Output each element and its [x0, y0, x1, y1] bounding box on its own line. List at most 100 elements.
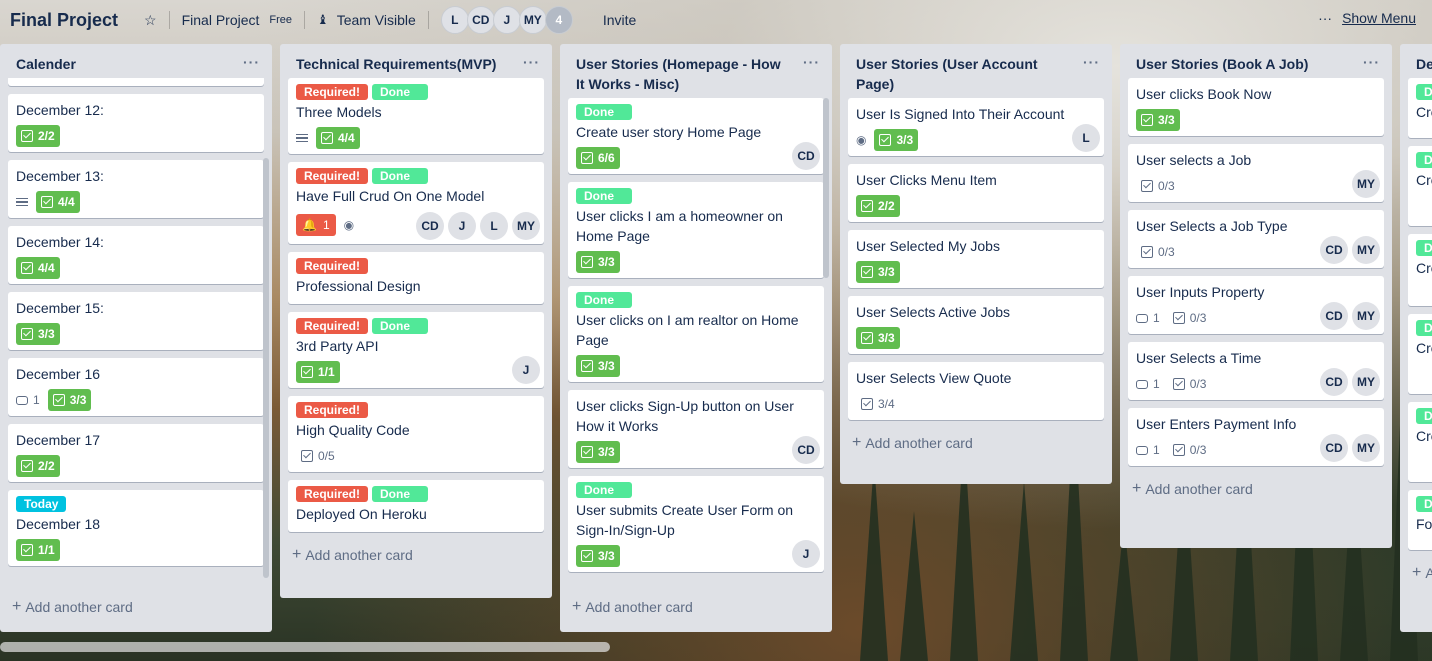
list-menu-icon[interactable]: ···	[1363, 52, 1380, 72]
visibility-button[interactable]: ♝ Team Visible	[309, 5, 424, 35]
card-partial[interactable]	[8, 78, 264, 86]
card[interactable]: Required! Done Three Models 4/4	[288, 78, 544, 154]
member-avatar[interactable]: J	[792, 540, 820, 568]
card[interactable]: Required! High Quality Code 0/5	[288, 396, 544, 472]
label-required: Required!	[296, 318, 369, 334]
member-avatar[interactable]: L	[440, 6, 469, 34]
list-title[interactable]: De	[1416, 56, 1432, 72]
card[interactable]: User Selects a Job Type 0/3 CD MY	[1128, 210, 1384, 268]
card[interactable]: User clicks Sign-Up button on User How i…	[568, 390, 824, 468]
card[interactable]: D Cre	[1408, 314, 1432, 394]
member-avatar[interactable]: CD	[1320, 368, 1348, 396]
card[interactable]: Required! Professional Design	[288, 252, 544, 304]
member-avatar[interactable]: J	[492, 6, 521, 34]
card[interactable]: December 16 1 3/3	[8, 358, 264, 416]
list-title[interactable]: User Stories (User Account Page)	[856, 56, 1038, 92]
board-title[interactable]: Final Project	[10, 10, 118, 31]
card[interactable]: December 15: 3/3	[8, 292, 264, 350]
member-avatar[interactable]: CD	[466, 6, 495, 34]
card[interactable]: User Selected My Jobs 3/3	[848, 230, 1104, 288]
member-avatar[interactable]: CD	[416, 212, 444, 240]
card[interactable]: Done User clicks I am a homeowner on Hom…	[568, 182, 824, 278]
card[interactable]: User Selects a Time 1 0/3 CD MY	[1128, 342, 1384, 400]
card[interactable]: User clicks Book Now 3/3	[1128, 78, 1384, 136]
member-avatar[interactable]: MY	[1352, 170, 1380, 198]
card[interactable]: User Enters Payment Info 1 0/3 CD MY	[1128, 408, 1384, 466]
member-avatar[interactable]: MY	[1352, 236, 1380, 264]
add-card-button[interactable]: + Add another card	[0, 592, 272, 626]
card[interactable]: User Selects View Quote 3/4	[848, 362, 1104, 420]
member-avatar[interactable]: CD	[1320, 434, 1348, 462]
card-title: User clicks on I am realtor on Home Page	[576, 312, 799, 348]
list-header[interactable]: De	[1400, 44, 1432, 78]
card[interactable]: User selects a Job 0/3 MY	[1128, 144, 1384, 202]
card[interactable]: User Inputs Property 1 0/3 CD MY	[1128, 276, 1384, 334]
list-header[interactable]: User Stories (Book A Job) ···	[1120, 44, 1392, 78]
member-avatar[interactable]: CD	[1320, 302, 1348, 330]
board-horizontal-scrollbar[interactable]	[0, 642, 610, 652]
member-avatar[interactable]: J	[448, 212, 476, 240]
invite-button[interactable]: Invite	[595, 5, 644, 35]
team-button[interactable]: Final Project Free	[174, 5, 300, 35]
show-menu-button[interactable]: ··· Show Menu	[1318, 10, 1416, 26]
card[interactable]: December 14: 4/4	[8, 226, 264, 284]
checkbox-icon	[861, 332, 873, 344]
member-avatar[interactable]: L	[480, 212, 508, 240]
card[interactable]: D Cre	[1408, 78, 1432, 138]
list-header[interactable]: User Stories (User Account Page) ···	[840, 44, 1112, 98]
card[interactable]: Done User clicks on I am realtor on Home…	[568, 286, 824, 382]
list-title[interactable]: User Stories (Book A Job)	[1136, 56, 1308, 72]
list-header[interactable]: User Stories (Homepage - How It Works - …	[560, 44, 832, 98]
member-avatar[interactable]: MY	[512, 212, 540, 240]
card[interactable]: December 13: 4/4	[8, 160, 264, 218]
list-header[interactable]: Calender ···	[0, 44, 272, 78]
list-menu-icon[interactable]: ···	[243, 52, 260, 72]
add-card-button[interactable]: + Add another card	[560, 592, 832, 626]
member-avatar[interactable]: MY	[518, 6, 547, 34]
member-avatar[interactable]: J	[512, 356, 540, 384]
card[interactable]: Required! Done Deployed On Heroku	[288, 480, 544, 532]
card-title: Cre	[1416, 428, 1432, 444]
list-title[interactable]: Calender	[16, 56, 76, 72]
list-header[interactable]: Technical Requirements(MVP) ···	[280, 44, 552, 78]
card[interactable]: D Cre	[1408, 402, 1432, 482]
list-menu-icon[interactable]: ···	[803, 52, 820, 72]
checkbox-icon	[41, 196, 53, 208]
add-card-button[interactable]: + Add another card	[840, 428, 1112, 462]
card[interactable]: D Cre Re	[1408, 146, 1432, 226]
checklist-badge: 3/3	[874, 129, 919, 151]
member-avatar[interactable]: MY	[1352, 302, 1380, 330]
member-avatar[interactable]: CD	[792, 142, 820, 170]
card[interactable]: Done Create user story Home Page 6/6 CD	[568, 98, 824, 174]
star-button[interactable]: ☆	[136, 5, 165, 35]
member-avatar[interactable]: L	[1072, 124, 1100, 152]
add-card-button[interactable]: + Add another card	[280, 540, 552, 574]
list-title[interactable]: Technical Requirements(MVP)	[296, 56, 496, 72]
member-count-badge[interactable]: 4	[544, 6, 573, 34]
add-card-button[interactable]: +Ad	[1400, 558, 1432, 592]
checklist-badge: 3/3	[576, 441, 620, 463]
list-title[interactable]: User Stories (Homepage - How It Works - …	[576, 56, 781, 92]
member-avatar[interactable]: MY	[1352, 434, 1380, 462]
member-avatar[interactable]: CD	[792, 436, 820, 464]
list-scrollbar[interactable]	[263, 158, 269, 578]
checklist-count: 3/3	[1158, 113, 1175, 127]
card[interactable]: User Clicks Menu Item 2/2	[848, 164, 1104, 222]
checkbox-icon	[301, 450, 313, 462]
list-menu-icon[interactable]: ···	[523, 52, 540, 72]
card[interactable]: Done User submits Create User Form on Si…	[568, 476, 824, 572]
card[interactable]: User Selects Active Jobs 3/3	[848, 296, 1104, 354]
card[interactable]: D Cre	[1408, 234, 1432, 306]
card[interactable]: D Fo	[1408, 490, 1432, 550]
add-card-button[interactable]: + Add another card	[1120, 474, 1392, 508]
list-scrollbar[interactable]	[823, 98, 829, 278]
card[interactable]: Required! Done Have Full Crud On One Mode…	[288, 162, 544, 244]
member-avatar[interactable]: CD	[1320, 236, 1348, 264]
card[interactable]: Today December 18 1/1	[8, 490, 264, 566]
list-menu-icon[interactable]: ···	[1083, 52, 1100, 72]
card[interactable]: User Is Signed Into Their Account ◉ 3/3 L	[848, 98, 1104, 156]
card[interactable]: December 17 2/2	[8, 424, 264, 482]
card[interactable]: Required! Done 3rd Party API 1/1 J	[288, 312, 544, 388]
card[interactable]: December 12: 2/2	[8, 94, 264, 152]
member-avatar[interactable]: MY	[1352, 368, 1380, 396]
